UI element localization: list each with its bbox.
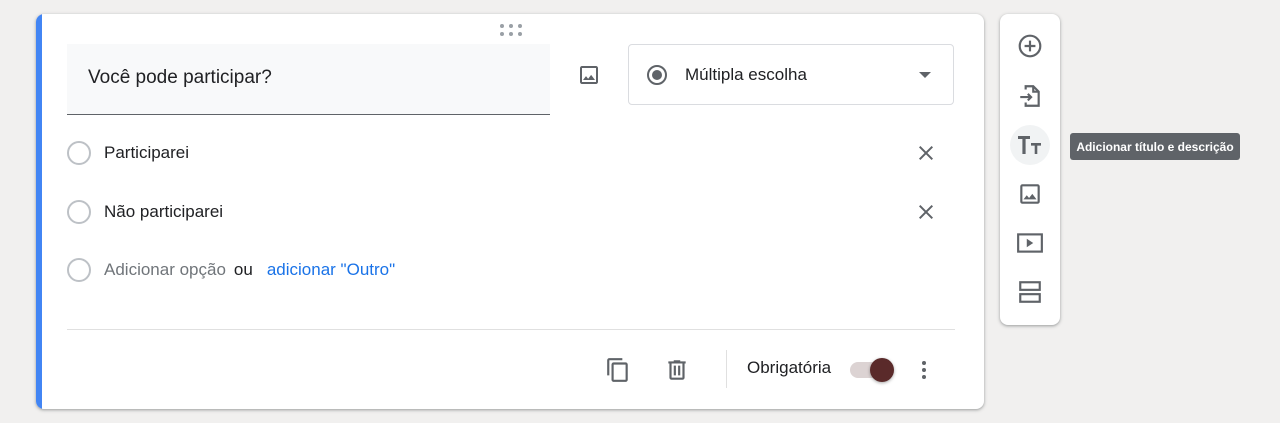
close-icon bbox=[919, 146, 933, 160]
import-icon bbox=[1020, 85, 1040, 107]
dropdown-arrow-icon bbox=[919, 72, 931, 78]
add-other-link[interactable]: adicionar "Outro" bbox=[267, 260, 395, 280]
add-section-button[interactable] bbox=[1010, 272, 1050, 312]
delete-button[interactable] bbox=[657, 350, 697, 390]
remove-option-button[interactable] bbox=[911, 197, 941, 227]
option-label[interactable]: Não participarei bbox=[104, 202, 223, 222]
add-image-button[interactable] bbox=[571, 57, 607, 93]
option-label[interactable]: Participarei bbox=[104, 143, 189, 163]
drag-handle-icon[interactable] bbox=[500, 24, 522, 36]
section-icon bbox=[1019, 281, 1041, 303]
or-text: ou bbox=[233, 260, 253, 279]
add-question-button[interactable] bbox=[1010, 26, 1050, 66]
import-questions-button[interactable] bbox=[1010, 76, 1050, 116]
question-title-text: Você pode participar? bbox=[88, 67, 272, 88]
add-image-toolbar-button[interactable] bbox=[1010, 174, 1050, 214]
footer-divider bbox=[67, 329, 955, 330]
image-icon bbox=[580, 66, 598, 84]
remove-option-button[interactable] bbox=[911, 138, 941, 168]
question-type-label: Múltipla escolha bbox=[685, 64, 807, 84]
title-text-icon bbox=[1018, 136, 1041, 154]
active-card-indicator bbox=[36, 14, 42, 409]
image-icon bbox=[1020, 184, 1040, 204]
question-card[interactable]: Você pode participar? Múltipla escolha P… bbox=[36, 14, 984, 409]
radio-checked-icon bbox=[647, 64, 667, 85]
more-vert-icon bbox=[922, 361, 926, 379]
footer-vertical-divider bbox=[726, 350, 727, 388]
add-option-input[interactable]: Adicionar opção bbox=[104, 260, 226, 280]
required-toggle[interactable] bbox=[848, 356, 896, 384]
question-type-dropdown[interactable]: Múltipla escolha bbox=[628, 44, 954, 105]
add-title-description-button[interactable] bbox=[1010, 125, 1050, 165]
copy-icon bbox=[607, 358, 628, 382]
duplicate-button[interactable] bbox=[598, 350, 638, 390]
required-label: Obrigatória bbox=[747, 358, 832, 377]
radio-unchecked-icon bbox=[67, 141, 91, 165]
close-icon bbox=[919, 205, 933, 219]
toolbar-tooltip: Adicionar título e descrição bbox=[1070, 133, 1240, 160]
radio-unchecked-icon bbox=[67, 258, 91, 282]
add-circle-icon bbox=[1018, 34, 1042, 58]
floating-toolbar bbox=[1000, 14, 1060, 325]
more-options-button[interactable] bbox=[904, 350, 944, 390]
add-video-button[interactable] bbox=[1010, 223, 1050, 263]
option-row[interactable]: Não participarei bbox=[67, 197, 223, 227]
video-icon bbox=[1017, 233, 1043, 253]
trash-icon bbox=[668, 360, 686, 380]
option-row[interactable]: Participarei bbox=[67, 138, 189, 168]
question-title-input[interactable]: Você pode participar? bbox=[67, 44, 550, 115]
radio-unchecked-icon bbox=[67, 200, 91, 224]
toggle-knob bbox=[870, 358, 894, 382]
add-option-row: Adicionar opção ou adicionar "Outro" bbox=[67, 255, 395, 285]
